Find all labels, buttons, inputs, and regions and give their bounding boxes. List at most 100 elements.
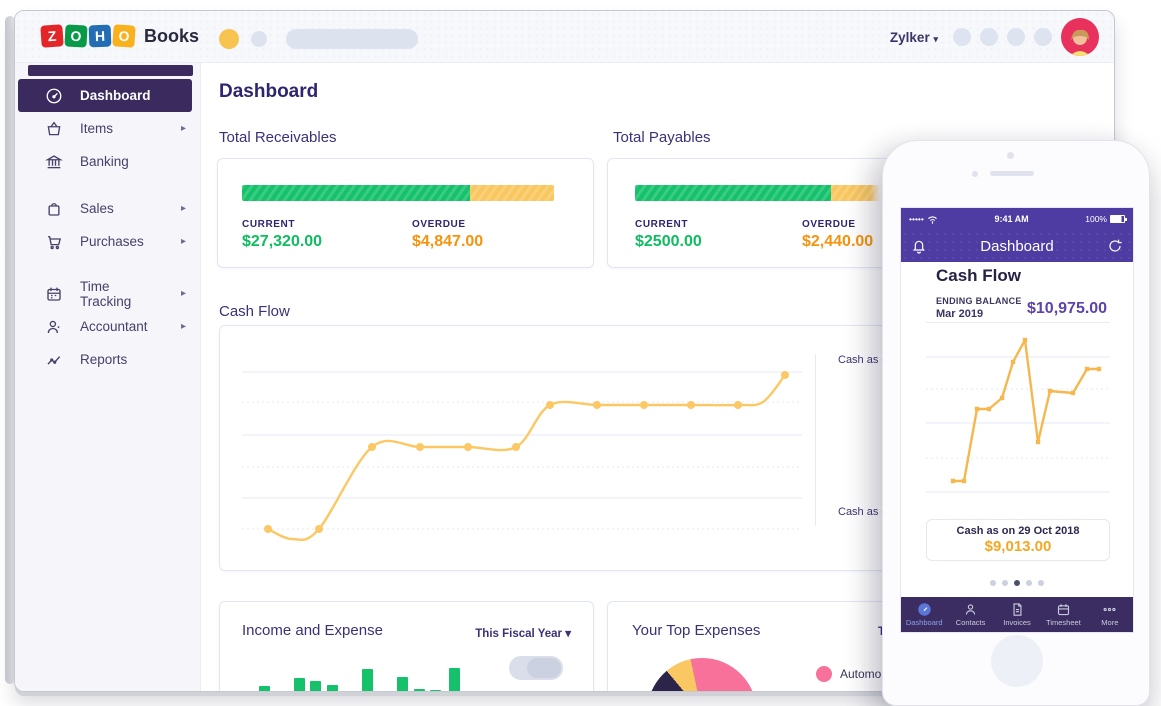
toolbar-pill[interactable]	[286, 29, 418, 49]
payables-current-label: CURRENT	[635, 219, 689, 230]
ending-balance-value: $10,975.00	[1027, 300, 1108, 317]
ending-balance-period: Mar 2019	[936, 308, 984, 320]
sidebar-item-label: Time Tracking	[80, 278, 132, 309]
divider	[926, 322, 1110, 323]
income-expense-bar	[414, 689, 425, 691]
topbar-icon-placeholder-3[interactable]	[1007, 28, 1025, 46]
sidebar-item-purchases[interactable]: Purchases ▸	[15, 225, 200, 258]
pagination-dots[interactable]	[901, 580, 1133, 586]
phone-status-bar: ••••• 9:41 AM 100%	[901, 208, 1133, 230]
window-control-dot[interactable]	[219, 29, 239, 49]
cash-as-on-card[interactable]: Cash as on 29 Oct 2018 $9,013.00	[926, 519, 1110, 561]
bell-icon[interactable]	[911, 238, 927, 254]
income-expense-bar-chart	[220, 602, 593, 691]
receivables-overdue-label: OVERDUE	[412, 219, 466, 230]
logo-tile-o1: O	[64, 24, 88, 48]
phone-nav-bar: Dashboard	[901, 230, 1133, 262]
chevron-down-icon: ▾	[933, 33, 938, 44]
tab-more[interactable]: More	[1087, 597, 1133, 632]
sidebar-item-label: Purchases	[80, 234, 144, 249]
topbar-icon-placeholder-2[interactable]	[980, 28, 998, 46]
cashflow-card: Cash as o Cash as o	[219, 325, 899, 571]
sidebar-item-label: Banking	[80, 154, 129, 169]
tab-invoices[interactable]: Invoices	[994, 597, 1040, 632]
dashboard-icon	[45, 87, 63, 105]
sidebar-item-label: Dashboard	[80, 88, 151, 103]
top-expenses-pie-chart	[647, 658, 757, 691]
refresh-icon[interactable]	[1107, 238, 1123, 254]
phone-home-button[interactable]	[991, 635, 1043, 687]
avatar-face-icon	[1070, 29, 1090, 56]
signal-dots: •••••	[909, 214, 924, 224]
chevron-right-icon: ▸	[180, 321, 186, 332]
payables-overdue-value: $2,440.00	[802, 233, 874, 250]
sidebar-org-band	[28, 65, 193, 76]
pagination-dot[interactable]	[990, 580, 996, 586]
cashflow-side-label-bottom: Cash as o	[838, 506, 888, 518]
basket-icon	[45, 120, 63, 138]
receivables-overdue-segment	[469, 185, 554, 201]
sidebar-item-items[interactable]: Items ▸	[15, 112, 200, 145]
sidebar: Dashboard Items ▸ Banking Sales ▸ Purcha…	[15, 63, 201, 691]
phone-cashflow-title: Cash Flow	[936, 266, 1022, 285]
phone-screen: ••••• 9:41 AM 100% Dashboard Cash Flow E…	[900, 207, 1134, 633]
cash-as-on-label: Cash as on 29 Oct 2018	[956, 525, 1080, 537]
logo-tile-z: Z	[40, 24, 64, 48]
pagination-dot[interactable]	[1026, 580, 1032, 586]
payables-card: CURRENT $2500.00 OVERDUE $2,440.00	[607, 158, 897, 268]
sidebar-nav: Dashboard Items ▸ Banking Sales ▸ Purcha…	[15, 79, 200, 376]
pagination-dot[interactable]	[1002, 580, 1008, 586]
sidebar-item-dashboard[interactable]: Dashboard	[18, 79, 192, 112]
logo-tile-o2: O	[112, 24, 136, 48]
phone-sensor-icon	[972, 171, 978, 177]
sidebar-item-label: Sales	[80, 201, 114, 216]
tab-contacts[interactable]: Contacts	[947, 597, 993, 632]
income-expense-bar	[430, 690, 441, 691]
cash-as-on-value: $9,013.00	[984, 538, 1052, 555]
more-tab-icon	[1103, 607, 1116, 612]
payables-progress-bar	[635, 185, 880, 201]
phone-content: Cash Flow ENDING BALANCE Mar 2019 $10,97…	[901, 262, 1133, 597]
zoho-books-logo[interactable]: Z O H O Books	[40, 24, 199, 48]
status-time: 9:41 AM	[994, 214, 1029, 224]
topbar-right-cluster: Zylker ▾	[890, 11, 1099, 63]
sidebar-item-time-tracking[interactable]: Time Tracking ▸	[15, 277, 200, 310]
logo-tile-h: H	[88, 24, 112, 48]
payables-overdue-segment	[831, 185, 880, 201]
phone-mockup: ••••• 9:41 AM 100% Dashboard Cash Flow E…	[882, 140, 1150, 706]
receivables-current-label: CURRENT	[242, 219, 296, 230]
payables-overdue-label: OVERDUE	[802, 219, 856, 230]
screenshot-stage: Z O H O Books Zylker ▾ Dashboard Items ▸…	[0, 0, 1161, 706]
battery-icon	[1110, 215, 1127, 223]
phone-earpiece	[990, 171, 1034, 176]
pagination-dot[interactable]	[1038, 580, 1044, 586]
tab-timesheet[interactable]: Timesheet	[1040, 597, 1086, 632]
ending-balance-label: ENDING BALANCE	[936, 296, 1022, 306]
chevron-right-icon: ▸	[180, 123, 186, 134]
chevron-right-icon: ▸	[180, 236, 186, 247]
topbar-icon-placeholder-4[interactable]	[1034, 28, 1052, 46]
topbar: Z O H O Books Zylker ▾	[15, 11, 1114, 63]
income-expense-card: Income and Expense This Fiscal Year ▾	[219, 601, 594, 691]
tab-dashboard[interactable]: Dashboard	[901, 597, 947, 632]
sidebar-item-banking[interactable]: Banking	[15, 145, 200, 178]
payables-section-title: Total Payables	[613, 129, 711, 146]
income-expense-bar	[449, 668, 460, 691]
income-expense-bar	[362, 669, 373, 691]
sidebar-item-reports[interactable]: Reports	[15, 343, 200, 376]
cashflow-side-label-top: Cash as o	[838, 354, 888, 366]
cashflow-legend-divider	[815, 354, 816, 526]
chevron-right-icon: ▸	[180, 203, 186, 214]
sidebar-item-accountant[interactable]: Accountant ▸	[15, 310, 200, 343]
org-selector[interactable]: Zylker ▾	[890, 30, 938, 45]
battery-percent: 100%	[1085, 214, 1107, 224]
sidebar-item-sales[interactable]: Sales ▸	[15, 192, 200, 225]
topbar-icon-placeholder-1[interactable]	[953, 28, 971, 46]
toolbar-dot[interactable]	[251, 31, 267, 47]
invoices-tab-icon	[1013, 603, 1022, 616]
pagination-dot[interactable]	[1014, 580, 1020, 586]
cashflow-line-chart	[242, 371, 802, 542]
user-avatar[interactable]	[1061, 18, 1099, 56]
income-expense-bar	[259, 686, 270, 691]
income-expense-bar	[327, 685, 338, 691]
